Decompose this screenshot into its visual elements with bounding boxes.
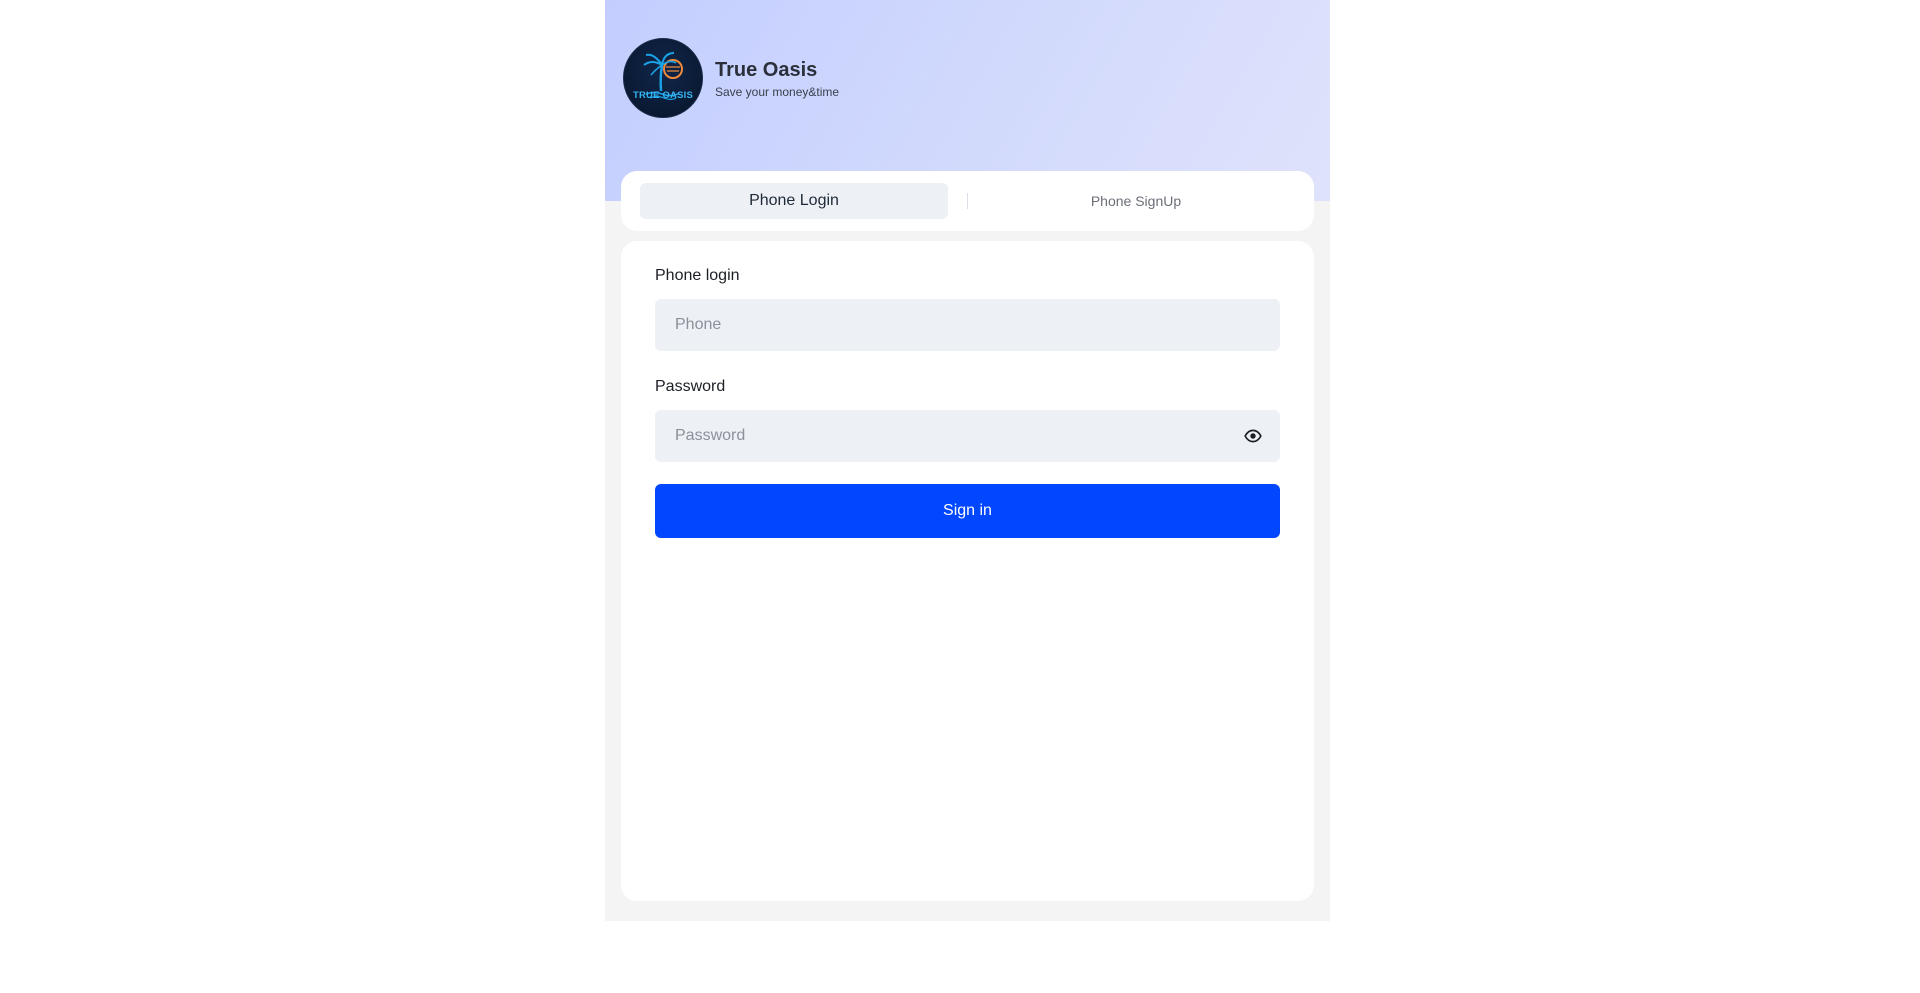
password-field-wrapper bbox=[655, 410, 1280, 462]
app-container: TRUE OASIS True Oasis Save your money&ti… bbox=[605, 0, 1330, 921]
palm-tree-logo-icon bbox=[643, 52, 683, 101]
logo-wordmark: TRUE OASIS bbox=[632, 90, 694, 101]
brand-logo: TRUE OASIS bbox=[623, 38, 703, 118]
sign-in-button[interactable]: Sign in bbox=[655, 484, 1280, 538]
password-input[interactable] bbox=[655, 410, 1280, 462]
eye-icon[interactable] bbox=[1244, 427, 1262, 445]
phone-label: Phone login bbox=[655, 267, 740, 284]
login-form: Phone login Password Sign in bbox=[621, 241, 1314, 901]
tab-divider bbox=[967, 193, 968, 209]
password-label: Password bbox=[655, 378, 726, 395]
brand-header: TRUE OASIS True Oasis Save your money&ti… bbox=[623, 38, 839, 118]
tab-phone-login[interactable]: Phone Login bbox=[640, 183, 948, 219]
phone-input[interactable] bbox=[655, 299, 1280, 351]
brand-slogan: Save your money&time bbox=[715, 84, 840, 99]
auth-tabs: Phone Login Phone SignUp bbox=[621, 171, 1314, 231]
tab-phone-signup[interactable]: Phone SignUp bbox=[971, 183, 1301, 219]
phone-field-wrapper bbox=[655, 299, 1280, 351]
brand-name: True Oasis bbox=[715, 58, 818, 81]
